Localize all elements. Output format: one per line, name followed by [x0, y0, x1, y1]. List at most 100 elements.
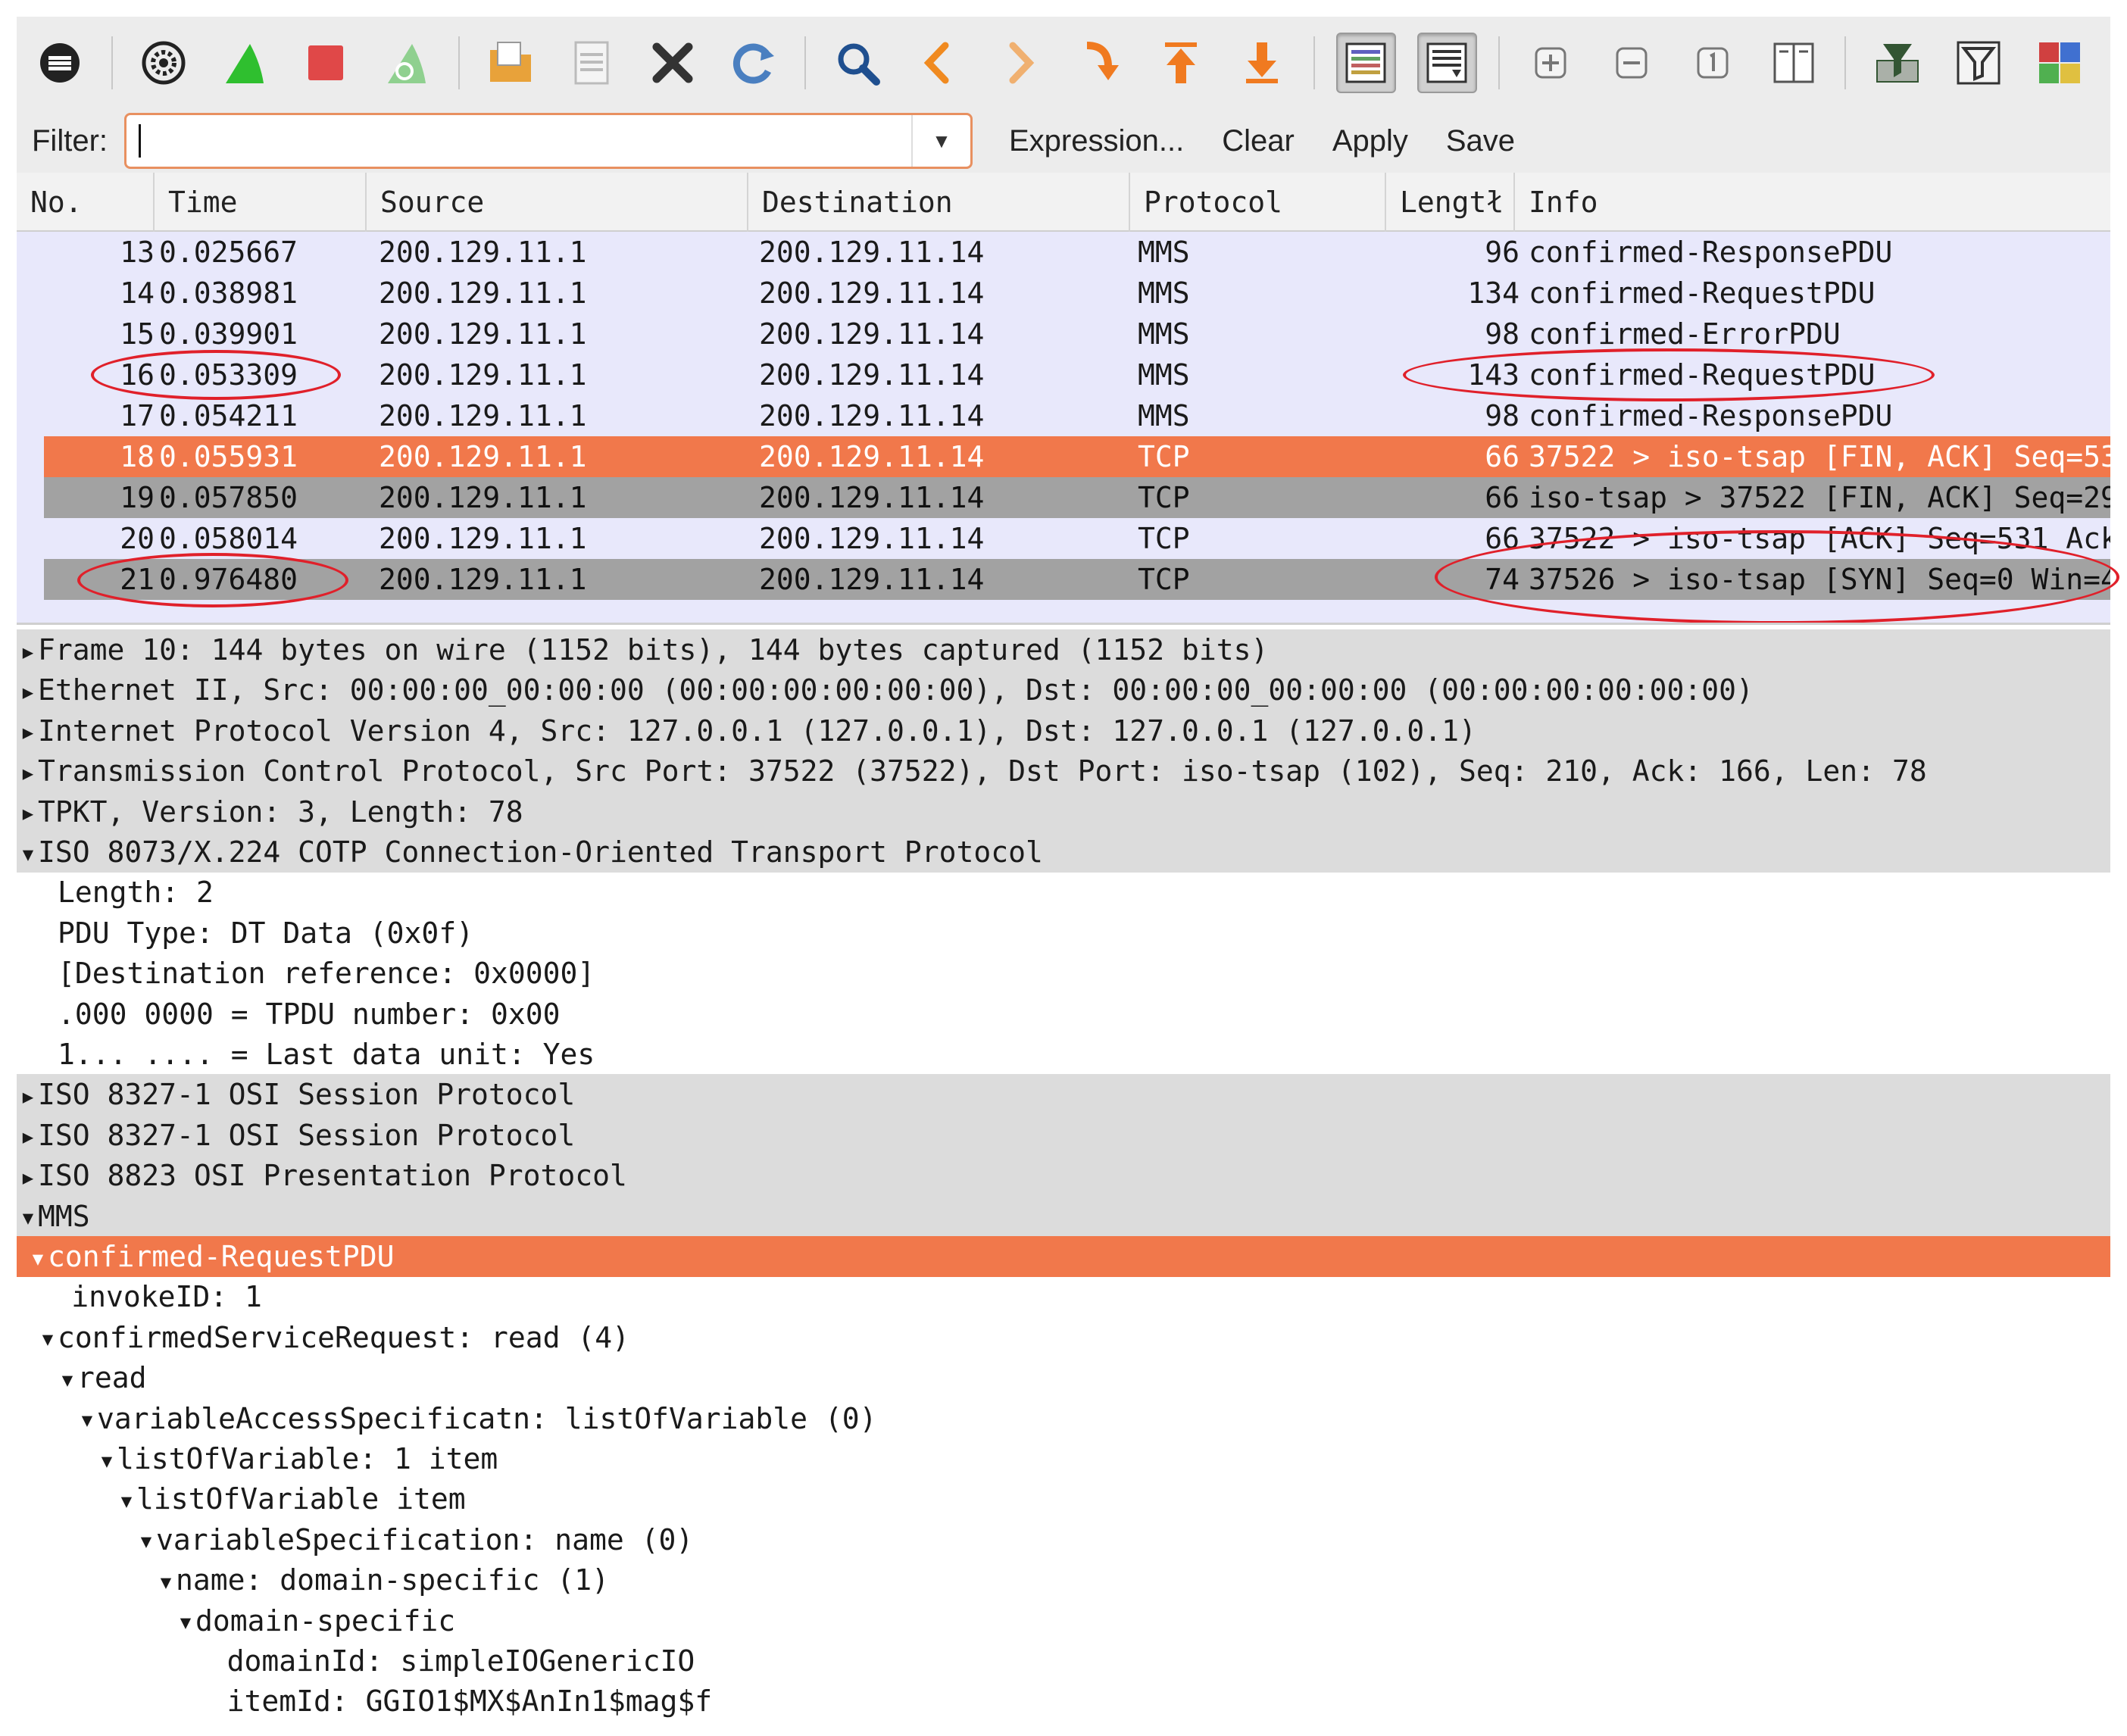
find-packet-magnifier-button[interactable]	[827, 33, 887, 93]
detail-row[interactable]: ▼ variableSpecification: name (0)	[17, 1519, 2110, 1560]
detail-row[interactable]: ▼ variableAccessSpecificatn: listOfVariab…	[17, 1398, 2110, 1439]
collapsed-triangle-icon[interactable]: ▶	[18, 753, 38, 792]
column-header-source[interactable]: Source	[367, 173, 748, 232]
capture-filters-button[interactable]	[1867, 33, 1927, 93]
detail-row[interactable]: ▶ Transmission Control Protocol, Src Port…	[17, 751, 2110, 792]
expanded-triangle-icon[interactable]: ▼	[176, 1602, 195, 1641]
filter-dropdown-button[interactable]: ▼	[911, 115, 970, 167]
packet-cell-src: 200.129.11.1	[379, 440, 587, 473]
collapsed-triangle-icon[interactable]: ▶	[18, 712, 38, 751]
detail-row[interactable]: ▼ confirmedServiceRequest: read (4)	[17, 1317, 2110, 1358]
save-button[interactable]: Save	[1446, 124, 1515, 158]
expanded-triangle-icon[interactable]: ▼	[117, 1481, 136, 1520]
column-header-no[interactable]: No.	[17, 173, 155, 232]
detail-row[interactable]: ▶ Frame 10: 144 bytes on wire (1152 bits)…	[17, 629, 2110, 670]
go-first-packet-button[interactable]	[1151, 33, 1211, 93]
packet-row[interactable]: 19 0.057850 200.129.11.1 200.129.11.14 TCP 66…	[44, 477, 2110, 518]
packet-row[interactable]: 13 0.025667 200.129.11.1 200.129.11.14 MMS 96…	[17, 232, 2110, 273]
collapsed-triangle-icon[interactable]: ▶	[18, 672, 38, 711]
detail-row[interactable]: ▶ Ethernet II, Src: 00:00:00_00:00:00 (00…	[17, 670, 2110, 711]
detail-row[interactable]: [Destination reference: 0x0000]	[17, 953, 2110, 994]
normal-size-icon	[1697, 47, 1729, 79]
go-forward-button[interactable]	[989, 33, 1049, 93]
detail-row[interactable]: itemId: GGIO1$MX$AnIn1$mag$f	[17, 1681, 2110, 1722]
detail-row[interactable]: Length: 2	[17, 872, 2110, 913]
collapsed-triangle-icon[interactable]: ▶	[18, 1157, 38, 1197]
column-header-protocol[interactable]: Protocol	[1130, 173, 1386, 232]
collapsed-triangle-icon[interactable]: ▶	[18, 793, 38, 832]
start-capture-fin-button[interactable]	[215, 33, 275, 93]
expanded-triangle-icon[interactable]: ▼	[18, 834, 38, 873]
detail-row[interactable]: ▶ ISO 8327-1 OSI Session Protocol	[17, 1114, 2110, 1156]
display-filters-button[interactable]	[1948, 33, 2008, 93]
open-file-folder-button[interactable]	[481, 33, 541, 93]
capture-options-button[interactable]	[134, 33, 194, 93]
packet-row[interactable]: 14 0.038981 200.129.11.1 200.129.11.14 MMS 13…	[17, 273, 2110, 314]
detail-row[interactable]: ▼ listOfVariable item	[17, 1478, 2110, 1519]
apply-button[interactable]: Apply	[1332, 124, 1408, 158]
clear-button[interactable]: Clear	[1222, 124, 1295, 158]
normal-size-button[interactable]	[1682, 33, 1742, 93]
packet-row[interactable]: 20 0.058014 200.129.11.1 200.129.11.14 TCP 66…	[17, 518, 2110, 559]
detail-row[interactable]: ▶ ISO 8327-1 OSI Session Protocol	[17, 1074, 2110, 1116]
detail-text: ISO 8073/X.224 COTP Connection-Oriented …	[38, 835, 1043, 869]
filter-input[interactable]: ▼	[124, 113, 973, 169]
zoom-out-button[interactable]	[1602, 33, 1662, 93]
packet-cell-src: 200.129.11.1	[379, 236, 587, 269]
detail-row[interactable]: ▶ Internet Protocol Version 4, Src: 127.0…	[17, 710, 2110, 751]
detail-row[interactable]: ▼ read	[17, 1357, 2110, 1398]
column-header-info[interactable]: Info	[1515, 173, 2110, 232]
packet-row[interactable]: 18 0.055931 200.129.11.1 200.129.11.14 TCP 66…	[44, 436, 2110, 477]
expanded-triangle-icon[interactable]: ▼	[18, 1197, 38, 1237]
packet-row[interactable]: 21 0.976480 200.129.11.1 200.129.11.14 TCP 74…	[44, 559, 2110, 600]
detail-row[interactable]: ▶ ISO 8823 OSI Presentation Protocol	[17, 1155, 2110, 1197]
expanded-triangle-icon[interactable]: ▼	[136, 1521, 156, 1560]
expanded-triangle-icon[interactable]: ▼	[58, 1360, 77, 1399]
column-header-length[interactable]: Lengtł	[1386, 173, 1515, 232]
detail-row[interactable]: ▼ listOfVariable: 1 item	[17, 1438, 2110, 1479]
collapsed-triangle-icon[interactable]: ▶	[18, 632, 38, 671]
packet-row[interactable]: 17 0.054211 200.129.11.1 200.129.11.14 MMS 98…	[17, 395, 2110, 436]
detail-row[interactable]: ▼ domain-specific	[17, 1600, 2110, 1641]
detail-row[interactable]: ▶ TPKT, Version: 3, Length: 78	[17, 791, 2110, 832]
close-file-x-button[interactable]	[642, 33, 702, 93]
detail-row[interactable]: invokeID: 1	[17, 1276, 2110, 1317]
reload-button[interactable]	[723, 33, 783, 93]
colorize-list-button[interactable]	[1335, 33, 1396, 93]
packet-cell-proto: MMS	[1138, 317, 1190, 351]
save-file-button[interactable]	[561, 33, 621, 93]
detail-row[interactable]: ▼ name: domain-specific (1)	[17, 1560, 2110, 1600]
packet-row[interactable]: 15 0.039901 200.129.11.1 200.129.11.14 MMS 98…	[17, 314, 2110, 354]
restart-capture-fin-button[interactable]	[377, 33, 437, 93]
detail-row[interactable]: PDU Type: DT Data (0x0f)	[17, 913, 2110, 954]
packet-cell-info: confirmed-RequestPDU	[1529, 358, 1876, 392]
expanded-triangle-icon[interactable]: ▼	[156, 1562, 176, 1601]
detail-row[interactable]: ▼ confirmed-RequestPDU	[17, 1236, 2110, 1277]
capture-options-icon	[142, 41, 186, 85]
collapsed-triangle-icon[interactable]: ▶	[18, 1116, 38, 1156]
expanded-triangle-icon[interactable]: ▼	[28, 1238, 48, 1278]
expanded-triangle-icon[interactable]: ▼	[38, 1319, 58, 1358]
coloring-rules-button[interactable]	[2029, 33, 2089, 93]
expression-button[interactable]: Expression...	[1009, 124, 1184, 158]
packet-cell-len: 98	[1485, 399, 1520, 432]
collapsed-triangle-icon[interactable]: ▶	[18, 1076, 38, 1116]
resize-columns-button[interactable]	[1763, 33, 1823, 93]
packet-row[interactable]: 16 0.053309 200.129.11.1 200.129.11.14 MMS 14…	[17, 354, 2110, 395]
zoom-in-button[interactable]	[1521, 33, 1581, 93]
detail-row[interactable]: .000 0000 = TPDU number: 0x00	[17, 994, 2110, 1035]
go-to-packet-button[interactable]	[1070, 33, 1130, 93]
expanded-triangle-icon[interactable]: ▼	[77, 1400, 97, 1439]
column-header-destination[interactable]: Destination	[748, 173, 1130, 232]
detail-row[interactable]: domainId: simpleIOGenericIO	[17, 1641, 2110, 1681]
detail-row[interactable]: ▼ MMS	[17, 1195, 2110, 1237]
detail-row[interactable]: 1... .... = Last data unit: Yes	[17, 1034, 2110, 1075]
auto-scroll-button[interactable]	[1416, 33, 1477, 93]
interface-list-button[interactable]	[30, 33, 90, 93]
go-back-button[interactable]	[908, 33, 968, 93]
go-last-packet-button[interactable]	[1232, 33, 1292, 93]
stop-capture-button[interactable]	[296, 33, 356, 93]
column-header-time[interactable]: Time	[155, 173, 367, 232]
expanded-triangle-icon[interactable]: ▼	[97, 1441, 117, 1480]
detail-row[interactable]: ▼ ISO 8073/X.224 COTP Connection-Oriented…	[17, 832, 2110, 873]
